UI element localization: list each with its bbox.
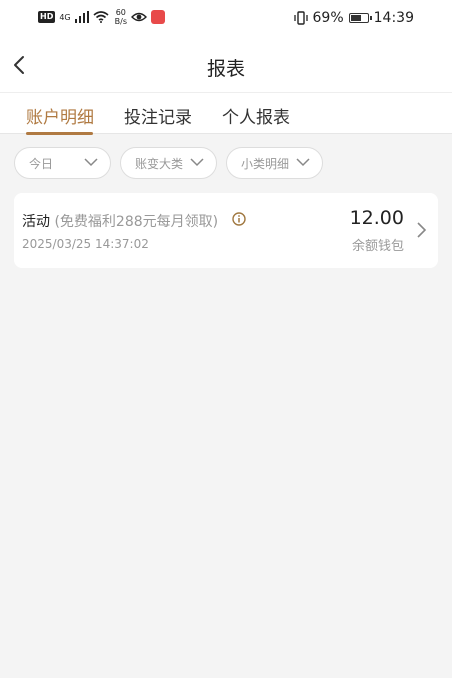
- status-left: HD 4G 60 B/s: [38, 8, 165, 26]
- signal-icon: [74, 11, 89, 23]
- hd-badge: HD: [38, 11, 56, 23]
- tab-personal-report[interactable]: 个人报表: [222, 103, 290, 128]
- filter-category-dropdown[interactable]: 账变大类: [120, 147, 217, 179]
- net-speed-value: 60: [115, 8, 126, 17]
- chevron-down-icon: [190, 158, 204, 167]
- active-tab-indicator: [26, 132, 93, 135]
- record-title: 活动 (免费福利288元每月领取): [22, 211, 218, 231]
- wifi-icon: [93, 11, 109, 23]
- record-note: (免费福利288元每月领取): [54, 214, 219, 230]
- net-speed: 60 B/s: [115, 8, 127, 26]
- tab-bet-records[interactable]: 投注记录: [124, 103, 192, 128]
- tab-bar: 账户明细 投注记录 个人报表: [0, 92, 452, 135]
- filter-subcategory-dropdown[interactable]: 小类明细: [226, 147, 323, 179]
- battery-fill: [350, 15, 361, 21]
- chevron-right-icon: [417, 222, 427, 238]
- net-speed-unit: B/s: [114, 17, 127, 26]
- status-bar: HD 4G 60 B/s 69% 14:39: [0, 0, 452, 38]
- filter-date-label: 今日: [29, 157, 54, 171]
- tab-account-detail[interactable]: 账户明细: [26, 103, 94, 128]
- battery-percent: 69%: [312, 10, 344, 26]
- eye-icon: [131, 12, 147, 22]
- record-type: 活动: [22, 214, 50, 230]
- page-title: 报表: [206, 58, 245, 80]
- nav-bar: 报表: [0, 38, 452, 92]
- filter-category-label: 账变大类: [135, 157, 184, 171]
- signal-4g-label: 4G: [59, 12, 71, 22]
- battery-icon: [348, 13, 372, 23]
- record-item[interactable]: 活动 (免费福利288元每月领取) 2025/03/25 14:37:02 12…: [14, 193, 438, 268]
- chevron-down-icon: [296, 158, 310, 167]
- status-right: 69% 14:39: [293, 10, 414, 26]
- filter-subcategory-label: 小类明细: [241, 157, 290, 171]
- clock: 14:39: [373, 10, 414, 26]
- chevron-down-icon: [84, 158, 98, 167]
- record-time: 2025/03/25 14:37:02: [22, 237, 149, 251]
- info-icon[interactable]: [232, 212, 246, 226]
- filter-date-dropdown[interactable]: 今日: [14, 147, 111, 179]
- record-amount: 12.00: [349, 207, 404, 229]
- record-wallet: 余额钱包: [351, 239, 404, 254]
- app-notification-icon: [151, 10, 165, 24]
- vibrate-icon: [293, 11, 308, 25]
